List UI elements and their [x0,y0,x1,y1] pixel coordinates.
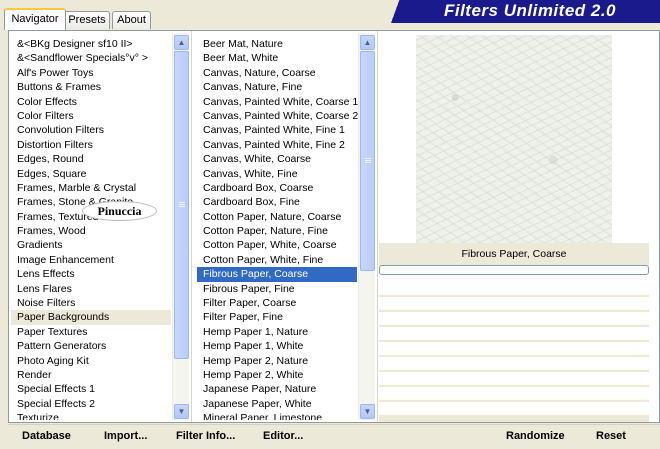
category-item[interactable]: Frames, Wood [11,224,171,238]
slider-row[interactable] [379,357,649,370]
filter-item[interactable]: Canvas, Painted White, Coarse 2 [197,109,358,123]
up-arrow-icon[interactable]: ▲ [360,35,375,50]
filter-item[interactable]: Hemp Paper 1, White [197,339,357,353]
preview-panel [379,31,649,243]
category-item[interactable]: Frames, Marble & Crystal [11,181,171,195]
database-button[interactable]: Database [22,430,71,442]
slider-row[interactable] [379,372,649,385]
slider-row[interactable] [379,297,649,310]
category-item[interactable]: Edges, Square [11,167,171,181]
editor-button[interactable]: Editor... [263,430,303,442]
filter-item[interactable]: Cotton Paper, White, Coarse [197,238,357,252]
category-item[interactable]: Lens Flares [11,282,171,296]
filter-item[interactable]: Fibrous Paper, Fine [197,282,357,296]
category-items: &<BKg Designer sf10 II> &<Sandflower Spec… [11,37,171,420]
filter-item[interactable]: Canvas, Painted White, Fine 2 [197,138,357,152]
category-item[interactable]: Alf's Power Toys [11,66,171,80]
list-divider [191,31,192,422]
slider-row[interactable] [379,282,649,295]
category-scrollbar[interactable]: ▲ ▼ [172,33,189,420]
category-item[interactable]: Buttons & Frames [11,80,171,94]
filter-item[interactable]: Fibrous Paper, Coarse [197,267,357,282]
category-item[interactable]: Edges, Round [11,152,171,166]
slider-row[interactable] [379,387,649,400]
tab-about[interactable]: About [112,11,151,29]
filter-info-button[interactable]: Filter Info... [176,430,235,442]
app-title: Filters Unlimited 2.0 [443,1,617,20]
filter-item[interactable]: Cotton Paper, White, Fine [197,253,357,267]
slider-row[interactable] [379,327,649,340]
filter-item[interactable]: Beer Mat, Nature [197,37,357,51]
tab-presets[interactable]: Presets [64,11,110,29]
filter-item[interactable]: Cardboard Box, Coarse [197,181,357,195]
category-item[interactable]: Photo Aging Kit [11,354,171,368]
randomize-button[interactable]: Randomize [506,430,565,442]
filter-item[interactable]: Japanese Paper, White [197,397,357,411]
navigator-panel: &<BKg Designer sf10 II> &<Sandflower Spec… [8,30,660,423]
category-item[interactable]: Lens Effects [11,267,171,281]
filter-item[interactable]: Filter Paper, Coarse [197,296,357,310]
category-item[interactable]: &<BKg Designer sf10 II> [11,37,171,51]
filter-items: Beer Mat, Nature Beer Mat, White Canvas, N… [197,37,358,420]
preview-divider [377,31,378,422]
filter-item[interactable]: Canvas, Painted White, Coarse 1 [197,95,358,109]
filter-item[interactable]: Canvas, Nature, Fine [197,80,357,94]
import-button[interactable]: Import... [104,430,147,442]
category-list[interactable]: &<BKg Designer sf10 II> &<Sandflower Spec… [11,33,189,420]
filter-item[interactable]: Cotton Paper, Nature, Fine [197,224,357,238]
category-item[interactable]: Render [11,368,171,382]
category-item[interactable]: Paper Textures [11,325,171,339]
filter-item[interactable]: Japanese Paper, Nature [197,382,357,396]
category-item[interactable]: Color Effects [11,95,171,109]
category-scroll-thumb[interactable] [174,51,189,359]
preview-image [416,35,612,243]
down-arrow-icon[interactable]: ▼ [360,404,375,419]
filter-item[interactable]: Filter Paper, Fine [197,310,357,324]
progress-bar [379,265,649,275]
filter-item[interactable]: Hemp Paper 2, White [197,368,357,382]
slider-row[interactable] [379,342,649,355]
category-item[interactable]: Special Effects 1 [11,382,171,396]
filter-item[interactable]: Hemp Paper 2, Nature [197,354,357,368]
preview-filter-name: Fibrous Paper, Coarse [379,243,649,266]
parameter-sliders [379,282,649,422]
filter-item[interactable]: Canvas, White, Fine [197,167,357,181]
filter-item[interactable]: Cardboard Box, Fine [197,195,357,209]
category-item[interactable]: Image Enhancement [11,253,171,267]
filter-item[interactable]: Canvas, Nature, Coarse [197,66,357,80]
up-arrow-icon[interactable]: ▲ [174,35,189,50]
category-item[interactable]: Gradients [11,238,171,252]
filter-scrollbar[interactable]: ▲ ▼ [358,33,375,420]
slider-row[interactable] [379,312,649,325]
filter-item[interactable]: Canvas, Painted White, Fine 1 [197,123,357,137]
footer-toolbar: Database Import... Filter Info... Editor… [8,424,660,449]
watermark-signature: Pinuccia [82,201,157,221]
filter-item[interactable]: Canvas, White, Coarse [197,152,357,166]
category-item[interactable]: &<Sandflower Specials°v° > [11,51,171,65]
slider-row[interactable] [379,402,649,415]
app-banner: Filters Unlimited 2.0 [380,0,660,23]
filter-item[interactable]: Cotton Paper, Nature, Coarse [197,210,357,224]
down-arrow-icon[interactable]: ▼ [174,404,189,419]
filter-scroll-thumb[interactable] [360,51,375,271]
filter-item[interactable]: Mineral Paper, Limestone [197,411,357,420]
category-item[interactable]: Convolution Filters [11,123,171,137]
filter-item[interactable]: Hemp Paper 1, Nature [197,325,357,339]
category-item[interactable]: Paper Backgrounds [11,310,171,325]
tab-navigator[interactable]: Navigator [4,8,66,30]
category-item[interactable]: Noise Filters [11,296,171,310]
category-item[interactable]: Color Filters [11,109,171,123]
reset-button[interactable]: Reset [596,430,626,442]
category-item[interactable]: Special Effects 2 [11,397,171,411]
category-item[interactable]: Distortion Filters [11,138,171,152]
tab-strip: Navigator Presets About [0,0,380,30]
category-item[interactable]: Texturize [11,411,171,420]
category-item[interactable]: Pattern Generators [11,339,171,353]
banner-stripe [380,0,420,23]
filter-list[interactable]: Beer Mat, Nature Beer Mat, White Canvas, N… [197,33,375,420]
filter-item[interactable]: Beer Mat, White [197,51,357,65]
